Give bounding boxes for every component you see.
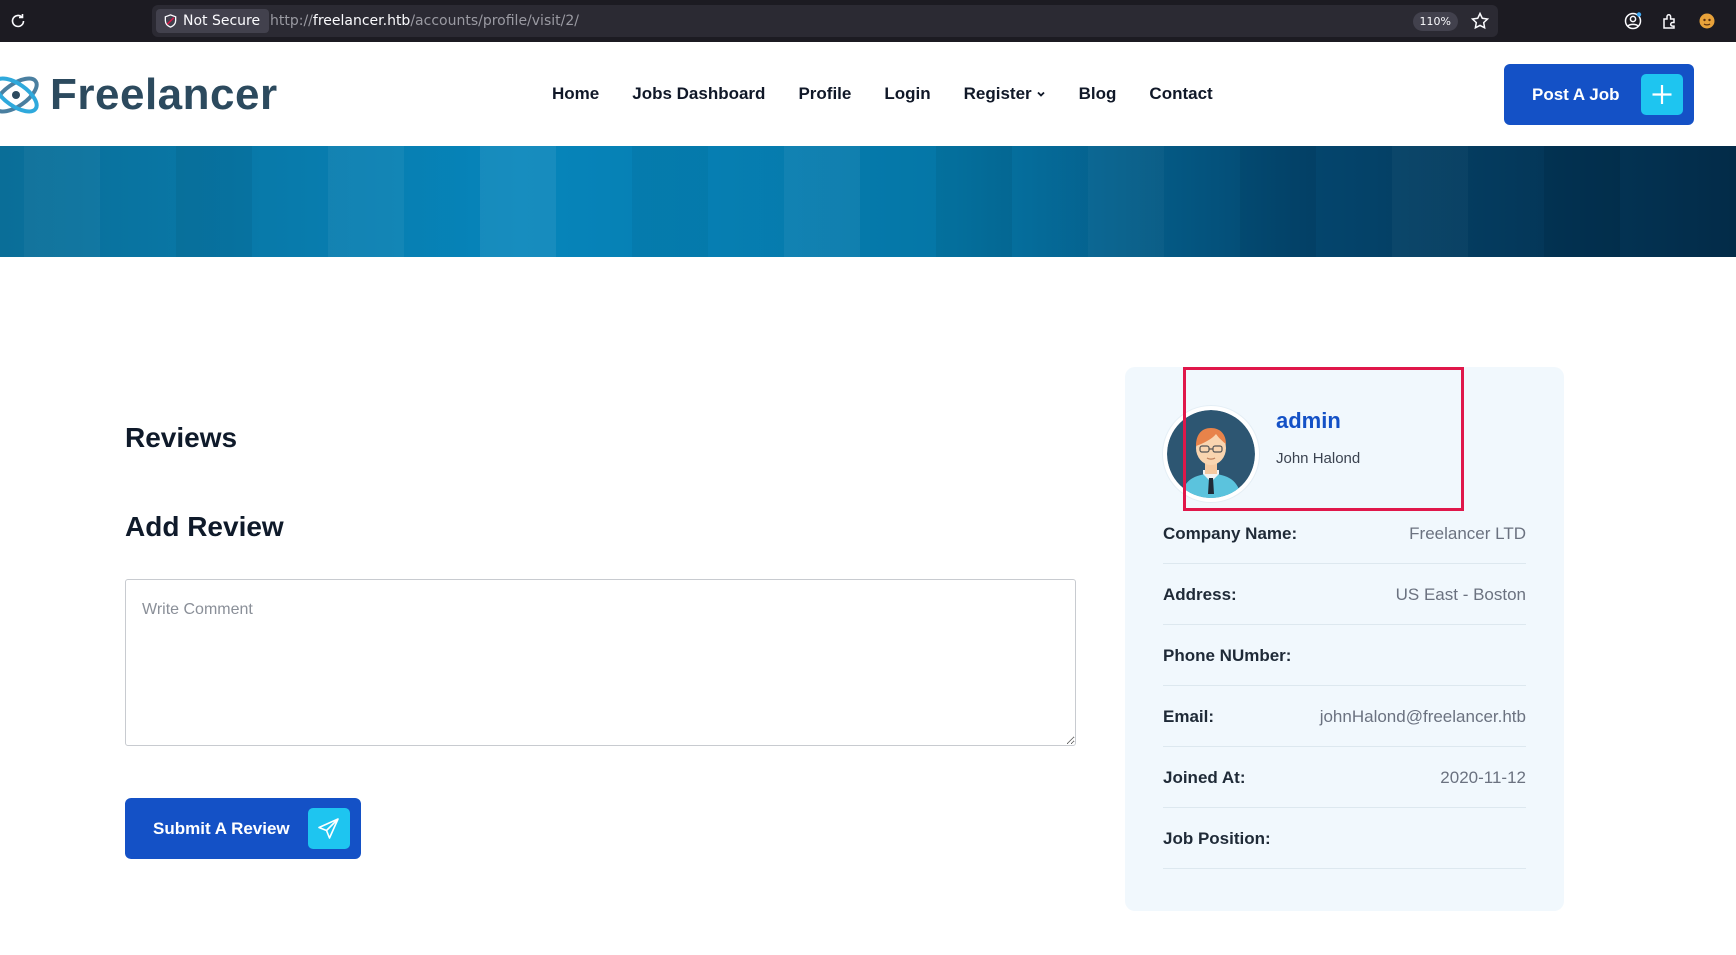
security-label: Not Secure: [183, 13, 261, 29]
profile-info-list: Company Name: Freelancer LTD Address: US…: [1163, 503, 1526, 869]
nav-blog[interactable]: Blog: [1079, 84, 1117, 104]
post-a-job-button[interactable]: Post A Job: [1504, 64, 1694, 125]
reload-icon[interactable]: [8, 11, 28, 31]
site-logo[interactable]: Freelancer: [0, 68, 280, 122]
browser-toolbar: Not Secure http://freelancer.htb/account…: [0, 0, 1736, 42]
info-row-joined: Joined At: 2020-11-12: [1163, 747, 1526, 808]
info-value: Freelancer LTD: [1409, 524, 1526, 543]
info-value: johnHalond@freelancer.htb: [1319, 707, 1526, 726]
url-path: /accounts/profile/visit/2/: [410, 13, 579, 29]
url-host: freelancer.htb: [312, 13, 411, 29]
url-scheme: http://: [270, 13, 313, 29]
profile-card: admin John Halond Company Name: Freelanc…: [1125, 367, 1564, 911]
info-label: Address:: [1163, 585, 1237, 604]
info-value: US East - Boston: [1395, 585, 1526, 604]
submit-review-button[interactable]: Submit A Review: [125, 798, 361, 859]
post-a-job-label: Post A Job: [1532, 85, 1620, 104]
submit-review-label: Submit A Review: [153, 819, 290, 838]
send-icon: [308, 808, 350, 849]
url-text[interactable]: http://freelancer.htb/accounts/profile/v…: [270, 5, 579, 37]
shield-warning-icon: [164, 14, 177, 28]
add-review-heading: Add Review: [125, 511, 284, 542]
nav-home[interactable]: Home: [552, 84, 599, 104]
site-header: Freelancer Home Jobs Dashboard Profile L…: [0, 42, 1736, 146]
info-label: Joined At:: [1163, 768, 1246, 787]
info-label: Job Position:: [1163, 829, 1271, 848]
comment-textarea[interactable]: [125, 579, 1076, 746]
nav-login[interactable]: Login: [884, 84, 930, 104]
info-row-email: Email: johnHalond@freelancer.htb: [1163, 686, 1526, 747]
security-indicator[interactable]: Not Secure: [156, 9, 270, 33]
extension-fox-icon[interactable]: [1697, 11, 1717, 31]
extensions-icon[interactable]: [1660, 11, 1680, 31]
account-icon[interactable]: [1623, 11, 1643, 31]
nav-jobs-dashboard[interactable]: Jobs Dashboard: [632, 84, 765, 104]
info-row-company: Company Name: Freelancer LTD: [1163, 503, 1526, 564]
nav-contact[interactable]: Contact: [1149, 84, 1212, 104]
page-banner: [0, 146, 1736, 257]
info-label: Company Name:: [1163, 524, 1298, 543]
highlight-annotation: [1183, 367, 1464, 511]
info-row-job-position: Job Position:: [1163, 808, 1526, 869]
info-row-phone: Phone NUmber:: [1163, 625, 1526, 686]
reviews-heading: Reviews: [125, 422, 238, 453]
logo-atom-icon: [0, 76, 39, 114]
main-nav: Home Jobs Dashboard Profile Login Regist…: [552, 42, 1246, 146]
nav-register[interactable]: Register: [964, 84, 1046, 104]
bookmark-star-icon[interactable]: [1470, 11, 1490, 31]
info-value: 2020-11-12: [1440, 768, 1526, 787]
chevron-down-icon: [1037, 91, 1045, 97]
nav-register-label: Register: [963, 84, 1032, 103]
info-label: Email:: [1163, 707, 1215, 726]
zoom-level[interactable]: 110%: [1412, 12, 1458, 31]
nav-profile[interactable]: Profile: [798, 84, 851, 104]
info-label: Phone NUmber:: [1163, 646, 1292, 665]
plus-icon: [1641, 74, 1683, 115]
logo-text: Freelancer: [50, 70, 278, 119]
info-row-address: Address: US East - Boston: [1163, 564, 1526, 625]
url-bar[interactable]: Not Secure http://freelancer.htb/account…: [152, 5, 1498, 37]
